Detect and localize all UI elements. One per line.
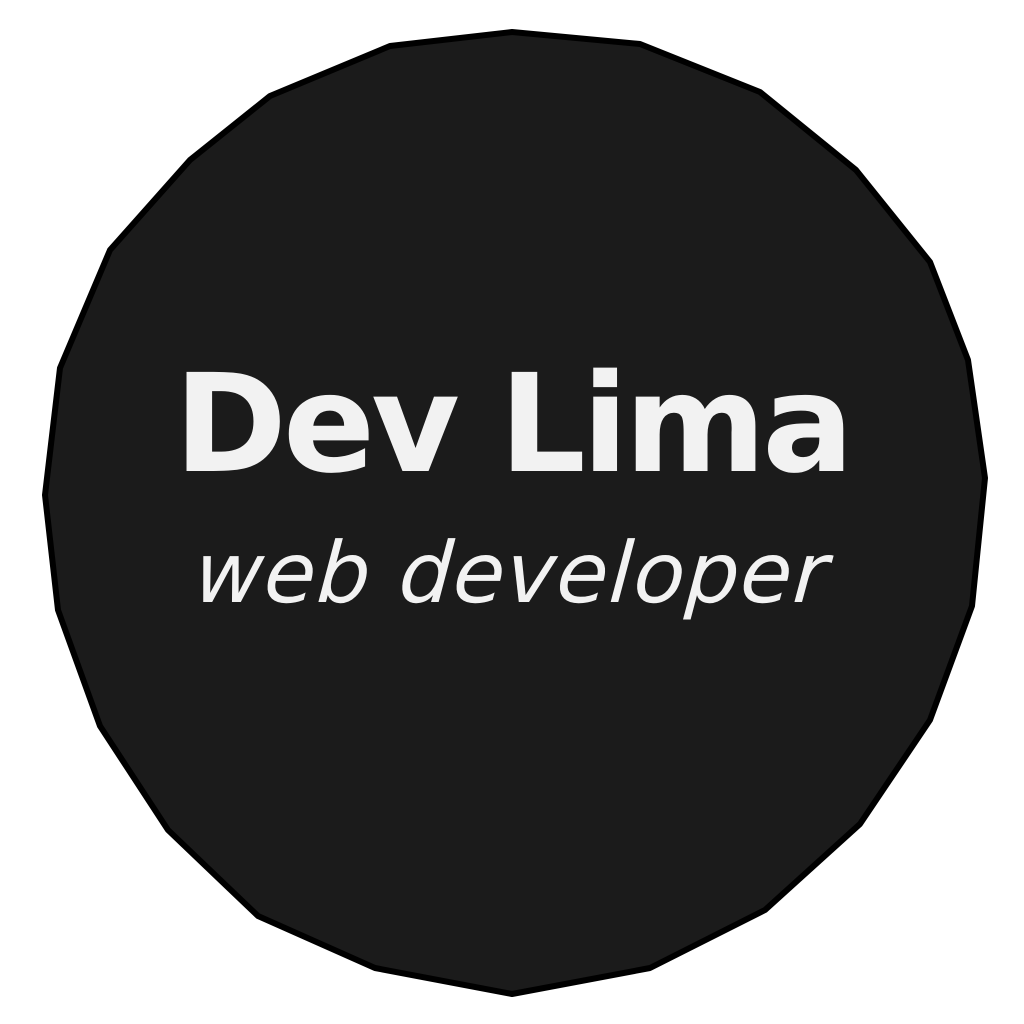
logo-badge-circle	[42, 29, 988, 997]
brand-tagline: web developer	[191, 524, 833, 622]
badge-disc	[42, 29, 988, 997]
logo-canvas: Dev Lima web developer	[0, 0, 1024, 1024]
brand-name: Dev Lima	[174, 346, 854, 504]
